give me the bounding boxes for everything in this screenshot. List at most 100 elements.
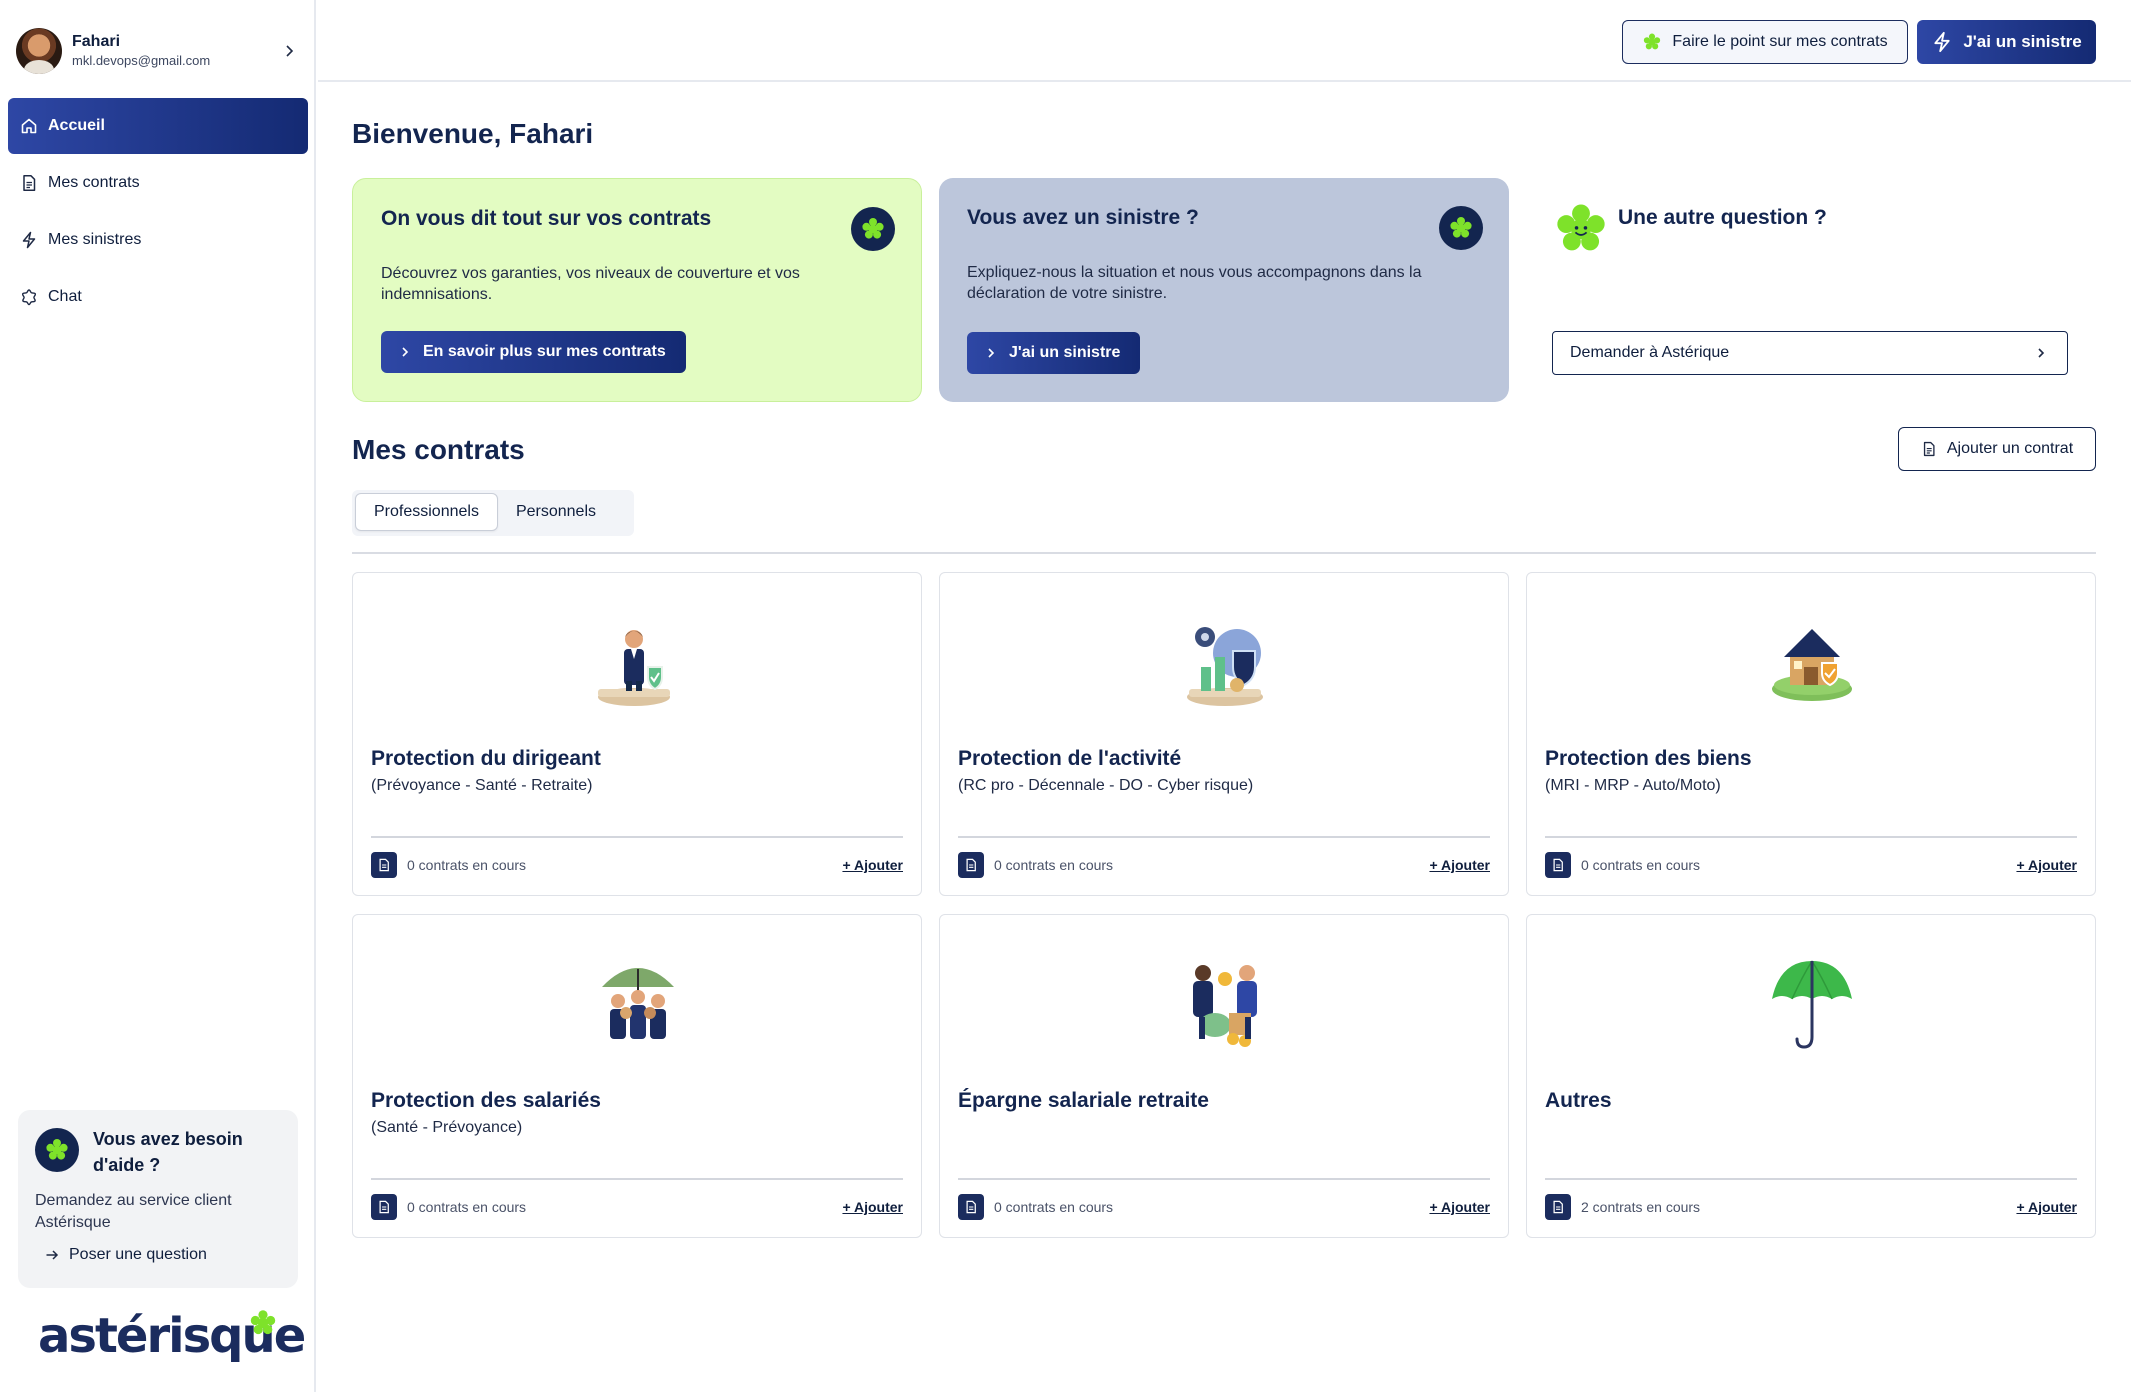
chat-icon	[20, 288, 38, 306]
add-link[interactable]: + Ajouter	[1429, 1199, 1490, 1215]
help-subtitle: Demandez au service client Astérisque	[35, 1192, 232, 1231]
sidebar-item-mes-sinistres[interactable]: Mes sinistres	[8, 212, 308, 268]
asterisk-mascot-icon	[1557, 204, 1605, 251]
divider	[371, 836, 903, 838]
document-icon	[958, 1194, 984, 1220]
profile-menu[interactable]: Fahari mkl.devops@gmail.com	[16, 26, 300, 76]
claim-card-label: J'ai un sinistre	[1009, 344, 1121, 361]
other-question-title: Une autre question ?	[1618, 206, 1827, 229]
tab-personnels[interactable]: Personnels	[498, 493, 614, 531]
add-link[interactable]: + Ajouter	[2016, 1199, 2077, 1215]
card-title: Protection des biens	[1545, 747, 1752, 770]
asterisk-badge-icon	[851, 207, 895, 251]
review-contracts-label: Faire le point sur mes contrats	[1672, 33, 1888, 50]
page-title: Bienvenue, Fahari	[352, 118, 594, 149]
top-bar: Faire le point sur mes contrats J'ai un …	[318, 0, 2131, 82]
document-icon	[20, 174, 38, 192]
contracts-count: 2 contrats en cours	[1581, 1199, 1701, 1215]
card-subtitle: (RC pro - Décennale - DO - Cyber risque)	[958, 777, 1254, 794]
sidebar-item-chat[interactable]: Chat	[8, 269, 308, 325]
document-icon	[958, 852, 984, 878]
document-icon	[371, 1194, 397, 1220]
add-link[interactable]: + Ajouter	[2016, 857, 2077, 873]
contract-card-epargne[interactable]: Épargne salariale retraite 0 contrats en…	[939, 914, 1509, 1238]
other-question-card: Une autre question ? Demander à Astériqu…	[1552, 200, 2070, 380]
contracts-section-title: Mes contrats	[352, 434, 525, 465]
asterisque-logo[interactable]: astérisque	[38, 1306, 306, 1366]
contracts-count: 0 contrats en cours	[1581, 857, 1701, 873]
avatar	[16, 28, 62, 74]
contract-card-biens[interactable]: Protection des biens (MRI - MRP - Auto/M…	[1526, 572, 2096, 896]
contract-card-salaries[interactable]: Protection des salariés (Santé - Prévoya…	[352, 914, 922, 1238]
contracts-tabs: Professionnels Personnels	[352, 490, 634, 536]
learn-more-contracts-button[interactable]: En savoir plus sur mes contrats	[381, 331, 686, 373]
report-claim-button[interactable]: J'ai un sinistre	[1917, 20, 2096, 64]
add-link[interactable]: + Ajouter	[1429, 857, 1490, 873]
divider	[958, 1178, 1490, 1180]
card-subtitle: (Prévoyance - Santé - Retraite)	[371, 777, 593, 794]
learn-more-contracts-label: En savoir plus sur mes contrats	[423, 343, 666, 360]
sidebar: Fahari mkl.devops@gmail.com Accueil Mes …	[0, 0, 316, 1392]
profile-email: mkl.devops@gmail.com	[72, 53, 211, 68]
contracts-count: 0 contrats en cours	[994, 857, 1114, 873]
contracts-info-card: On vous dit tout sur vos contrats Découv…	[352, 178, 922, 402]
claim-info-text: Expliquez-nous la situation et nous vous…	[967, 264, 1422, 302]
contracts-count: 0 contrats en cours	[994, 1199, 1114, 1215]
sidebar-item-label: Accueil	[48, 117, 105, 134]
document-icon	[371, 852, 397, 878]
sidebar-item-label: Mes sinistres	[48, 231, 142, 248]
card-title: Protection du dirigeant	[371, 747, 601, 770]
team-umbrella-illustration	[602, 968, 674, 1039]
divider	[1545, 1178, 2077, 1180]
profile-name: Fahari	[72, 33, 121, 50]
divider	[371, 1178, 903, 1180]
review-contracts-button[interactable]: Faire le point sur mes contrats	[1622, 20, 1908, 64]
claim-info-title: Vous avez un sinistre ?	[967, 206, 1199, 229]
ask-asterique-label: Demander à Astérique	[1570, 344, 1730, 361]
help-card: Vous avez besoin d'aide ? Demandez au se…	[18, 1110, 298, 1288]
asterisk-badge-icon	[1439, 206, 1483, 250]
ask-question-label: Poser une question	[69, 1246, 207, 1263]
asterisk-icon	[1644, 33, 1661, 50]
add-link[interactable]: + Ajouter	[842, 1199, 903, 1215]
add-contract-label: Ajouter un contrat	[1946, 440, 2074, 457]
executive-shield-illustration	[598, 630, 670, 706]
card-title: Protection de l'activité	[958, 747, 1182, 770]
chevron-right-icon	[2038, 348, 2045, 358]
document-icon	[1545, 1194, 1571, 1220]
claim-card-button[interactable]: J'ai un sinistre	[967, 332, 1141, 374]
savings-illustration	[1193, 965, 1257, 1047]
house-shield-illustration	[1772, 629, 1852, 701]
contracts-info-title: On vous dit tout sur vos contrats	[381, 207, 712, 230]
ask-question-link[interactable]: Poser une question	[45, 1246, 281, 1264]
document-icon	[1545, 852, 1571, 878]
document-icon	[1923, 441, 1935, 457]
arrow-right-icon	[46, 1250, 59, 1260]
sidebar-item-accueil[interactable]: Accueil	[8, 98, 308, 154]
home-icon	[20, 117, 38, 135]
divider	[958, 836, 1490, 838]
contract-card-autres[interactable]: Autres 2 contrats en cours + Ajouter	[1526, 914, 2096, 1238]
sidebar-item-label: Chat	[48, 288, 82, 305]
add-link[interactable]: + Ajouter	[842, 857, 903, 873]
sidebar-item-label: Mes contrats	[48, 174, 140, 191]
sidebar-nav: Accueil Mes contrats Mes sinistres Chat	[8, 98, 308, 326]
contract-card-dirigeant[interactable]: Protection du dirigeant (Prévoyance - Sa…	[352, 572, 922, 896]
card-title: Protection des salariés	[371, 1089, 601, 1112]
report-claim-label: J'ai un sinistre	[1963, 32, 2082, 51]
tab-professionnels[interactable]: Professionnels	[355, 493, 498, 531]
ask-asterique-button[interactable]: Demander à Astérique	[1552, 331, 2068, 375]
chevron-right-icon	[286, 45, 294, 57]
lightning-icon	[1934, 31, 1950, 53]
chevron-right-icon	[402, 347, 409, 357]
card-title: Épargne salariale retraite	[958, 1089, 1209, 1112]
lightning-icon	[20, 231, 38, 249]
add-contract-button[interactable]: Ajouter un contrat	[1898, 427, 2096, 471]
asterisk-logo-icon	[250, 1310, 276, 1335]
chevron-right-icon	[988, 348, 995, 358]
sidebar-item-mes-contrats[interactable]: Mes contrats	[8, 155, 308, 211]
contract-card-activite[interactable]: Protection de l'activité (RC pro - Décen…	[939, 572, 1509, 896]
help-title: Vous avez besoin d'aide ?	[93, 1129, 243, 1175]
divider	[352, 552, 2096, 554]
card-subtitle: (Santé - Prévoyance)	[371, 1119, 523, 1136]
